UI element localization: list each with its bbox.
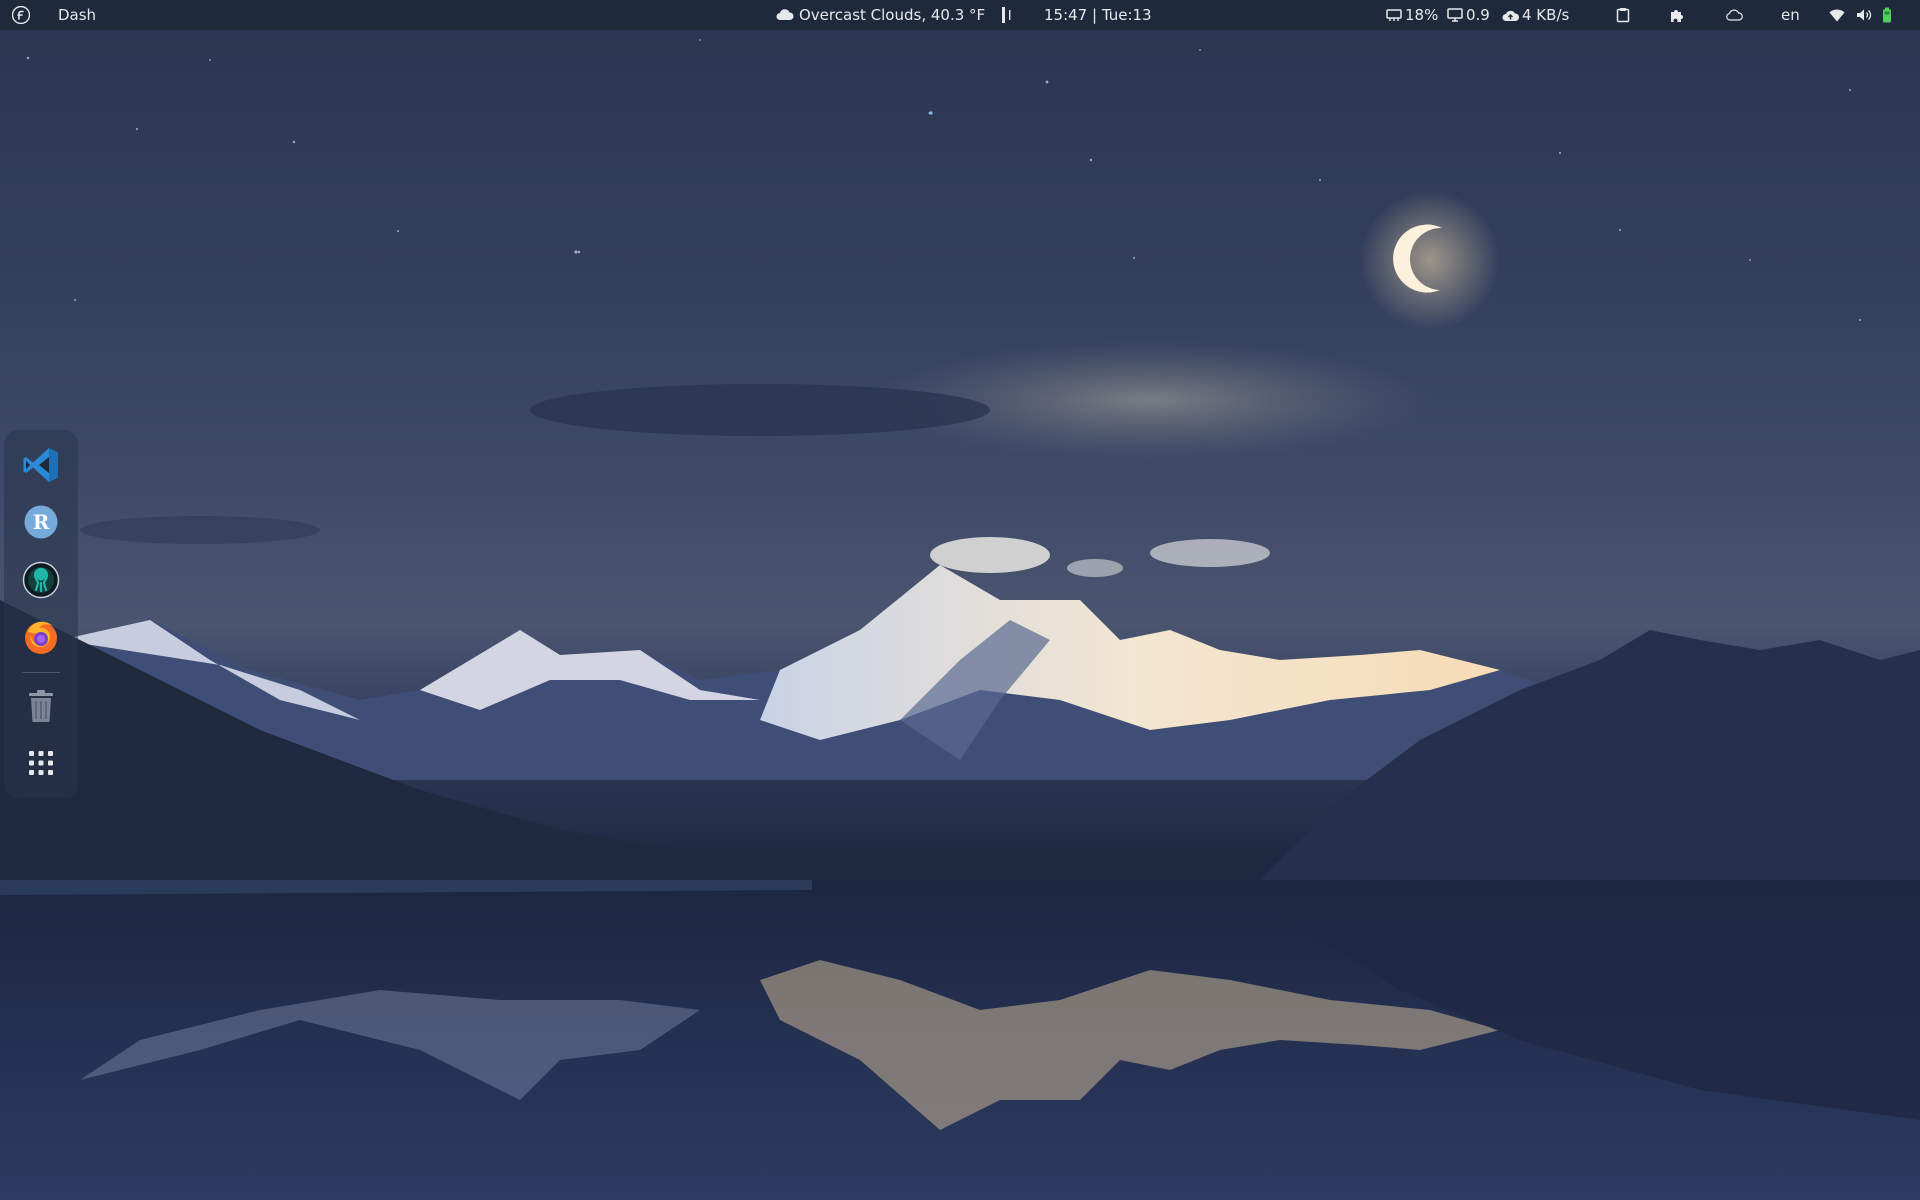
cloud-outline-icon	[1726, 9, 1743, 21]
extensions-indicator[interactable]	[1669, 0, 1685, 30]
cloud-sync-indicator[interactable]	[1725, 0, 1743, 30]
clock-date-menu[interactable]: 15:47 | Tue:13	[1044, 0, 1152, 30]
wallpaper-image	[0, 39, 1920, 1200]
wifi-icon	[1829, 9, 1845, 21]
gitkraken-icon	[22, 561, 60, 599]
volume-icon	[1857, 9, 1872, 21]
dock: R	[4, 430, 78, 798]
weather-text: Overcast Clouds, 40.3 °F	[799, 6, 986, 24]
activities-button[interactable]: Dash	[58, 0, 96, 30]
firefox-icon	[25, 621, 57, 654]
dock-trash[interactable]	[21, 686, 61, 726]
rstudio-icon: R	[24, 505, 58, 539]
trash-icon	[29, 690, 53, 722]
clipboard-icon	[1616, 8, 1630, 23]
dock-separator	[22, 672, 60, 673]
vscode-icon	[23, 448, 58, 482]
app-grid-icon	[29, 751, 53, 775]
dock-app-firefox[interactable]	[21, 617, 61, 657]
clipboard-indicator[interactable]	[1616, 0, 1630, 30]
system-menu[interactable]	[1829, 0, 1892, 30]
top-panel: Dash Overcast Clouds, 40.3 °F 15:47 | Tu…	[0, 0, 1920, 30]
keyboard-layout-indicator[interactable]: en	[1781, 0, 1800, 30]
monitor-icon	[1447, 8, 1463, 22]
cpu-text: 18%	[1405, 6, 1439, 24]
dock-show-applications[interactable]	[21, 743, 61, 783]
rstudio-letter: R	[33, 510, 50, 534]
desktop[interactable]: Dash Overcast Clouds, 40.3 °F 15:47 | Tu…	[0, 0, 1920, 1200]
cloud-weather-icon	[776, 9, 794, 20]
cpu-icon	[1386, 9, 1402, 21]
weather-indicator[interactable]: Overcast Clouds, 40.3 °F	[776, 0, 985, 30]
text-cursor-indicator	[1002, 0, 1012, 30]
battery-icon	[1883, 7, 1891, 23]
dock-app-gitkraken[interactable]	[21, 560, 61, 600]
load-text: 0.9	[1466, 6, 1490, 24]
cpu-indicator[interactable]: 18%	[1386, 0, 1438, 30]
dock-app-vscode[interactable]	[21, 445, 61, 485]
cloud-upload-icon	[1502, 10, 1519, 21]
load-indicator[interactable]: 0.9	[1447, 0, 1490, 30]
fedora-logo-icon[interactable]	[12, 0, 30, 30]
network-indicator[interactable]: 4 KB/s	[1502, 0, 1569, 30]
network-text: 4 KB/s	[1522, 6, 1570, 24]
puzzle-icon	[1671, 10, 1683, 22]
dock-app-rstudio[interactable]: R	[21, 502, 61, 542]
